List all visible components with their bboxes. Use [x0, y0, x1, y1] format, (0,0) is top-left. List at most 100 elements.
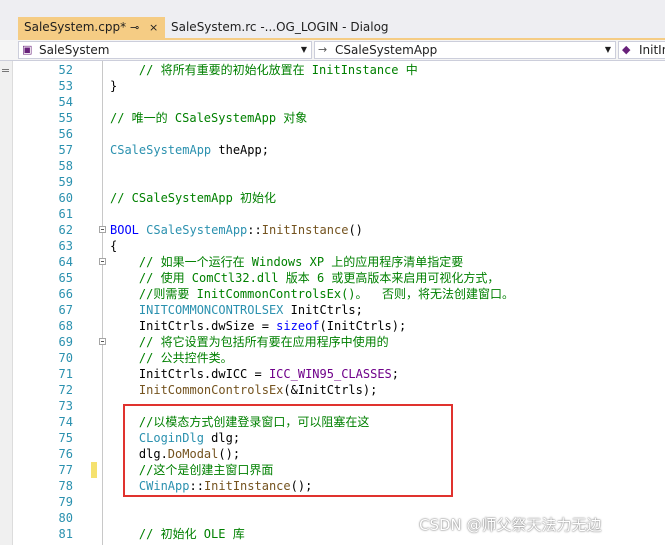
line-number: 54 — [58, 95, 73, 109]
code-text: INITCOMMONCONTROLSEX InitCtrls; — [110, 302, 363, 318]
code-token: ; — [391, 367, 400, 381]
close-icon[interactable]: × — [149, 17, 158, 38]
line-number: 73 — [58, 399, 73, 413]
code-token: BOOL — [110, 223, 139, 237]
line-number: 64 — [58, 255, 73, 269]
code-text: CSaleSystemApp theApp; — [110, 142, 269, 158]
project-dropdown-value: SaleSystem — [39, 43, 110, 57]
code-token: INITCOMMONCONTROLSEX — [138, 303, 284, 317]
code-text: // 将它设置为包括所有要在应用程序中使用的 — [110, 334, 389, 350]
code-line[interactable]: 62 BOOL CSaleSystemApp::InitInstance() — [13, 222, 665, 238]
code-text: //则需要 InitCommonControlsEx()。 否则，将无法创建窗口… — [110, 286, 514, 302]
code-token: CSaleSystemApp — [110, 143, 212, 157]
code-token: InitCtrls.dwSize = — [110, 319, 277, 333]
code-line[interactable]: 68 InitCtrls.dwSize = sizeof(InitCtrls); — [13, 318, 665, 334]
project-dropdown[interactable]: ▣ SaleSystem ▼ — [18, 41, 312, 59]
code-text: BOOL CSaleSystemApp::InitInstance() — [110, 222, 363, 238]
code-line[interactable]: 57 CSaleSystemApp theApp; — [13, 142, 665, 158]
code-token: :: — [247, 223, 262, 237]
tab-label: SaleSystem.rc -...OG_LOGIN - Dialog — [171, 20, 389, 34]
line-number: 68 — [58, 319, 73, 333]
code-editor[interactable]: 52 // 将所有重要的初始化放置在 InitInstance 中 53} 54 55… — [13, 61, 665, 545]
code-line[interactable]: 72 InitCommonControlsEx(&InitCtrls); — [13, 382, 665, 398]
member-dropdown-value: InitInst — [639, 43, 665, 57]
code-token: { — [110, 239, 118, 253]
code-line[interactable]: 64 // 如果一个运行在 Windows XP 上的应用程序清单指定要 — [13, 254, 665, 270]
code-line[interactable]: 69 // 将它设置为包括所有要在应用程序中使用的 — [13, 334, 665, 350]
code-text: // 初始化 OLE 库 — [110, 526, 245, 542]
code-line[interactable]: 65 // 使用 ComCtl32.dll 版本 6 或更高版本来启用可视化方式… — [13, 270, 665, 286]
csdn-watermark: CSDN @师父祭天法力无边 — [419, 516, 602, 534]
code-line[interactable]: 63 { — [13, 238, 665, 254]
code-line[interactable]: 70 // 公共控件类。 — [13, 350, 665, 366]
method-icon: ◆ — [622, 43, 631, 56]
navigation-bar: ▣ SaleSystem ▼ → CSaleSystemApp ▼ ◆ Init… — [0, 40, 665, 61]
line-number: 69 — [58, 335, 73, 349]
line-number: 67 — [58, 303, 73, 317]
collapse-icon[interactable] — [99, 338, 106, 345]
scroll-marker — [2, 71, 9, 72]
code-line[interactable]: 53} — [13, 78, 665, 94]
code-token: sizeof — [276, 319, 320, 333]
line-number: 75 — [58, 431, 73, 445]
code-text: InitCommonControlsEx(&InitCtrls); — [110, 382, 377, 398]
code-line[interactable]: 59 — [13, 174, 665, 190]
scroll-marker — [2, 69, 9, 70]
code-token: // 将它设置为包括所有要在应用程序中使用的 — [138, 335, 389, 349]
member-dropdown[interactable]: ◆ InitInst — [618, 41, 665, 59]
code-line[interactable]: 71 InitCtrls.dwICC = ICC_WIN95_CLASSES; — [13, 366, 665, 382]
chevron-down-icon: ▼ — [300, 45, 307, 54]
code-token: () — [348, 223, 363, 237]
tab-salesystem-rc-dialog[interactable]: SaleSystem.rc -...OG_LOGIN - Dialog — [165, 17, 395, 38]
line-number: 62 — [58, 223, 73, 237]
line-number: 58 — [58, 159, 73, 173]
line-number: 76 — [58, 447, 73, 461]
code-line[interactable]: 54 — [13, 94, 665, 110]
code-token: ICC_WIN95_CLASSES — [268, 367, 392, 381]
line-number: 55 — [58, 111, 73, 125]
class-dropdown[interactable]: → CSaleSystemApp ▼ — [314, 41, 616, 59]
code-text: // 如果一个运行在 Windows XP 上的应用程序清单指定要 — [110, 254, 463, 270]
collapse-icon[interactable] — [99, 226, 106, 233]
code-line[interactable]: 52 // 将所有重要的初始化放置在 InitInstance 中 — [13, 62, 665, 78]
line-number: 79 — [58, 495, 73, 509]
code-line[interactable]: 66 //则需要 InitCommonControlsEx()。 否则，将无法创… — [13, 286, 665, 302]
code-text: // 公共控件类。 — [110, 350, 233, 366]
tab-salesystem-cpp[interactable]: SaleSystem.cpp* ⊸ × — [18, 17, 165, 38]
code-token: //则需要 InitCommonControlsEx()。 否则，将无法创建窗口… — [138, 287, 514, 301]
collapse-icon[interactable] — [99, 258, 106, 265]
pin-icon[interactable]: ⊸ — [130, 17, 139, 38]
line-number: 59 — [58, 175, 73, 189]
vertical-scrollbar-strip[interactable] — [0, 61, 13, 545]
line-number: 74 — [58, 415, 73, 429]
code-token: // 唯一的 CSaleSystemApp 对象 — [110, 111, 308, 125]
code-line[interactable]: 58 — [13, 158, 665, 174]
project-icon: ▣ — [22, 43, 33, 56]
tab-label: SaleSystem.cpp* — [24, 20, 127, 34]
code-token: InitCtrls.dwICC = — [110, 367, 269, 381]
code-text: // 将所有重要的初始化放置在 InitInstance 中 — [110, 62, 418, 78]
line-number: 72 — [58, 383, 73, 397]
code-token: CSaleSystemApp — [146, 223, 248, 237]
code-line[interactable]: 55 // 唯一的 CSaleSystemApp 对象 — [13, 110, 665, 126]
code-token: (&InitCtrls); — [283, 383, 378, 397]
code-token: InitCtrls; — [283, 303, 363, 317]
code-token: theApp; — [211, 143, 269, 157]
line-number: 63 — [58, 239, 73, 253]
line-number: 65 — [58, 271, 73, 285]
code-line[interactable]: 67 INITCOMMONCONTROLSEX InitCtrls; — [13, 302, 665, 318]
code-token: // 将所有重要的初始化放置在 InitInstance 中 — [138, 63, 418, 77]
line-number: 71 — [58, 367, 73, 381]
code-token: // CSaleSystemApp 初始化 — [110, 191, 277, 205]
code-line[interactable]: 56 — [13, 126, 665, 142]
line-number: 81 — [58, 527, 73, 541]
code-line[interactable]: 61 — [13, 206, 665, 222]
code-line[interactable]: 60 // CSaleSystemApp 初始化 — [13, 190, 665, 206]
class-dropdown-value: CSaleSystemApp — [335, 43, 438, 57]
code-token: // 使用 ComCtl32.dll 版本 6 或更高版本来启用可视化方式， — [138, 271, 500, 285]
